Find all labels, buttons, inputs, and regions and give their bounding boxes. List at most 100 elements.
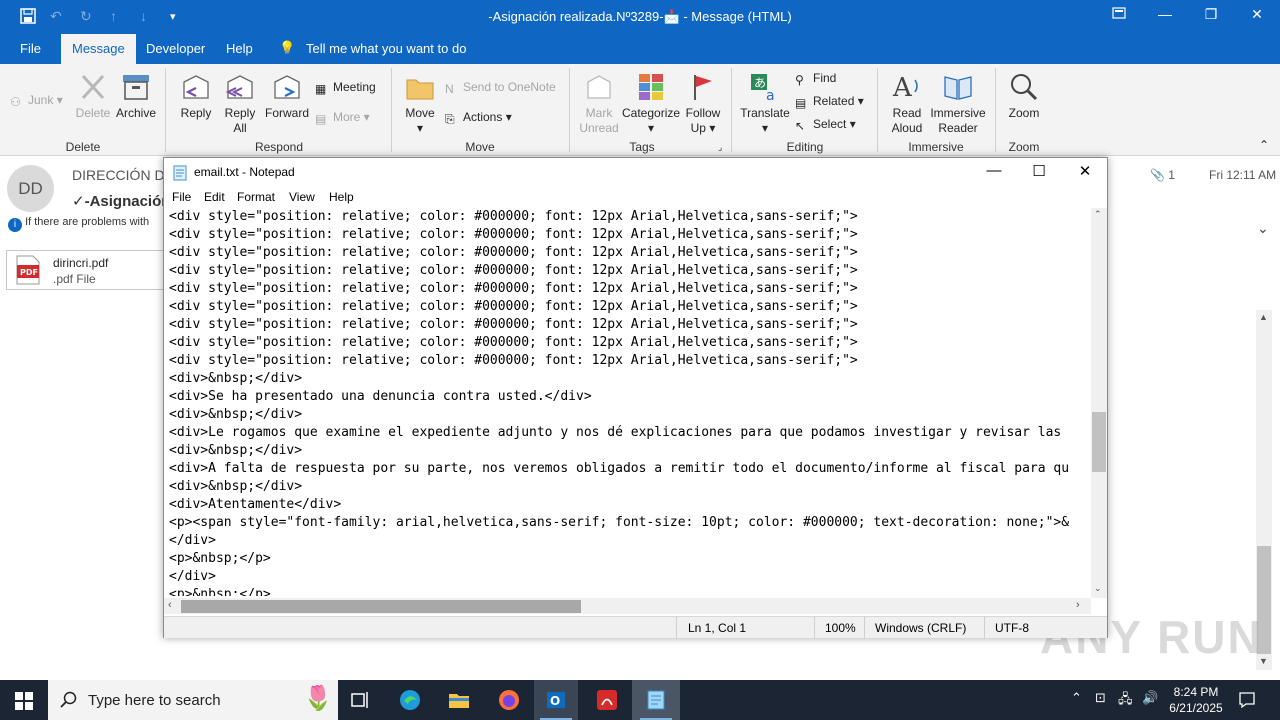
windows-start-icon[interactable] (15, 692, 33, 710)
notepad-maximize-button[interactable]: ☐ (1025, 162, 1053, 180)
mark-unread-icon (587, 75, 611, 99)
follow-up-button[interactable]: Follow Up ▾ (684, 72, 722, 136)
acrobat-icon[interactable] (595, 688, 619, 712)
text-line: <div style="position: relative; color: #… (169, 299, 858, 314)
taskbar-search-box[interactable]: Type here to search 🌷 (48, 680, 338, 720)
tab-file[interactable]: File (20, 41, 41, 56)
attachment-item[interactable]: PDF dirincri.pdf .pdf File (6, 250, 171, 290)
close-button[interactable]: ✕ (1242, 6, 1272, 23)
search-icon (60, 691, 77, 708)
categorize-button[interactable]: Categorize ▾ (622, 72, 680, 136)
move-button[interactable]: Move ▾ (400, 72, 440, 136)
onenote-icon: N (445, 82, 454, 96)
menu-file[interactable]: File (172, 190, 191, 204)
sender-name[interactable]: DIRECCIÓN D (72, 167, 165, 183)
tell-me-search[interactable]: Tell me what you want to do (306, 41, 466, 56)
read-aloud-button[interactable]: A Read Aloud (886, 72, 928, 136)
text-line: <div>Atentamente</div> (169, 497, 342, 512)
text-line: </div> (169, 569, 216, 584)
notepad-status-bar: Ln 1, Col 1 100% Windows (CRLF) UTF-8 (164, 616, 1107, 639)
separator (391, 68, 392, 152)
move-folder-icon (406, 79, 434, 100)
scroll-right-icon[interactable]: › (1076, 599, 1080, 611)
search-placeholder: Type here to search (88, 692, 221, 709)
separator (995, 68, 996, 152)
find-icon: ⚲ (795, 73, 804, 87)
outlook-icon: O (547, 692, 565, 708)
menu-edit[interactable]: Edit (204, 190, 225, 204)
notepad-horizontal-thumb[interactable] (181, 600, 581, 613)
notepad-title: email.txt - Notepad (194, 165, 295, 179)
maximize-button[interactable]: ❐ (1196, 6, 1226, 23)
scroll-up-icon[interactable]: ⌃ (1094, 209, 1102, 220)
ribbon-display-icon[interactable] (1104, 6, 1134, 22)
message-time: Fri 12:11 AM (1209, 168, 1277, 182)
minimize-button[interactable]: — (1150, 6, 1180, 22)
text-line: <div style="position: relative; color: #… (169, 317, 858, 332)
menu-format[interactable]: Format (237, 190, 275, 204)
separator (877, 68, 878, 152)
text-line: <div>&nbsp;</div> (169, 443, 303, 458)
tab-developer[interactable]: Developer (146, 41, 205, 56)
zoom-button[interactable]: Zoom (1004, 72, 1044, 121)
delete-button[interactable]: Delete (73, 72, 113, 121)
actions-button[interactable]: ⎘ Actions ▾ (445, 110, 512, 126)
status-divider (676, 617, 677, 639)
notifications-icon[interactable] (1238, 691, 1256, 709)
text-line: <div style="position: relative; color: #… (169, 281, 858, 296)
separator (569, 68, 570, 152)
network-icon[interactable]: 🖧 (1118, 690, 1133, 712)
tab-help[interactable]: Help (226, 41, 253, 56)
send-to-onenote-button[interactable]: N Send to OneNote (445, 80, 556, 96)
tab-message[interactable]: Message (61, 34, 136, 64)
edge-icon[interactable] (398, 688, 422, 712)
notepad-vertical-scrollbar[interactable]: ⌃ ⌄ (1091, 208, 1107, 598)
notepad-vertical-thumb[interactable] (1092, 412, 1106, 472)
show-hidden-icons-icon[interactable]: ⌃ (1071, 690, 1082, 706)
find-button[interactable]: ⚲ Find (795, 71, 836, 87)
meeting-button[interactable]: ▦ Meeting (315, 80, 376, 96)
archive-button[interactable]: Archive (114, 72, 158, 121)
notepad-taskbar-button[interactable] (632, 680, 680, 720)
reply-button[interactable]: Reply (176, 72, 216, 121)
title-bar: ↶ ↻ ↑ ↓ ▾ -Asignación realizada.Nº3289-📩… (0, 0, 1280, 34)
menu-help[interactable]: Help (329, 190, 354, 204)
translate-button[interactable]: あa Translate ▾ (740, 72, 790, 136)
mark-unread-button[interactable]: Mark Unread (578, 72, 620, 136)
notepad-icon (173, 165, 187, 181)
scroll-left-icon[interactable]: ‹ (168, 599, 172, 611)
forward-button[interactable]: Forward (264, 72, 310, 121)
file-explorer-icon[interactable] (447, 688, 471, 712)
notepad-text-area[interactable]: <div style="position: relative; color: #… (168, 208, 1088, 596)
status-position: Ln 1, Col 1 (688, 621, 747, 635)
notepad-menu-bar: File Edit Format View Help (164, 188, 1107, 208)
task-view-icon[interactable] (349, 688, 373, 712)
tags-dialog-launcher-icon[interactable]: ⌟ (718, 142, 722, 153)
immersive-reader-button[interactable]: Immersive Reader (928, 72, 988, 136)
collapse-ribbon-icon[interactable]: ⌃ (1259, 138, 1269, 152)
text-line: <div>Se ha presentado una denuncia contr… (169, 389, 592, 404)
scroll-up-icon[interactable]: ▲ (1259, 312, 1268, 322)
outlook-taskbar-button[interactable]: O (534, 680, 578, 720)
scroll-down-icon[interactable]: ⌄ (1094, 583, 1102, 594)
status-encoding: UTF-8 (995, 621, 1029, 635)
status-zoom: 100% (825, 621, 856, 635)
related-button[interactable]: ▤ Related ▾ (795, 94, 864, 110)
firefox-icon[interactable] (497, 688, 521, 712)
menu-view[interactable]: View (289, 190, 315, 204)
junk-button[interactable]: ⚇ Junk ▾ (10, 93, 63, 109)
reply-all-button[interactable]: Reply All (220, 72, 260, 136)
device-icon[interactable]: ⊡ (1095, 690, 1106, 706)
notepad-title-bar[interactable]: email.txt - Notepad — ☐ ✕ (164, 158, 1107, 188)
volume-icon[interactable]: 🔊 (1142, 690, 1158, 706)
taskbar-clock[interactable]: 8:24 PM 6/21/2025 (1162, 684, 1230, 716)
info-bar[interactable]: i If there are problems with (8, 216, 149, 232)
more-respond-button[interactable]: ▤ More ▾ (315, 110, 370, 126)
notepad-close-button[interactable]: ✕ (1071, 162, 1099, 180)
select-button[interactable]: ↖ Select ▾ (795, 117, 856, 133)
expand-header-icon[interactable]: ⌄ (1257, 220, 1269, 237)
immersive-group-label: Immersive (908, 140, 964, 154)
search-highlight-icon: 🌷 (303, 685, 333, 712)
notepad-minimize-button[interactable]: — (980, 162, 1008, 179)
avatar: DD (7, 165, 54, 212)
